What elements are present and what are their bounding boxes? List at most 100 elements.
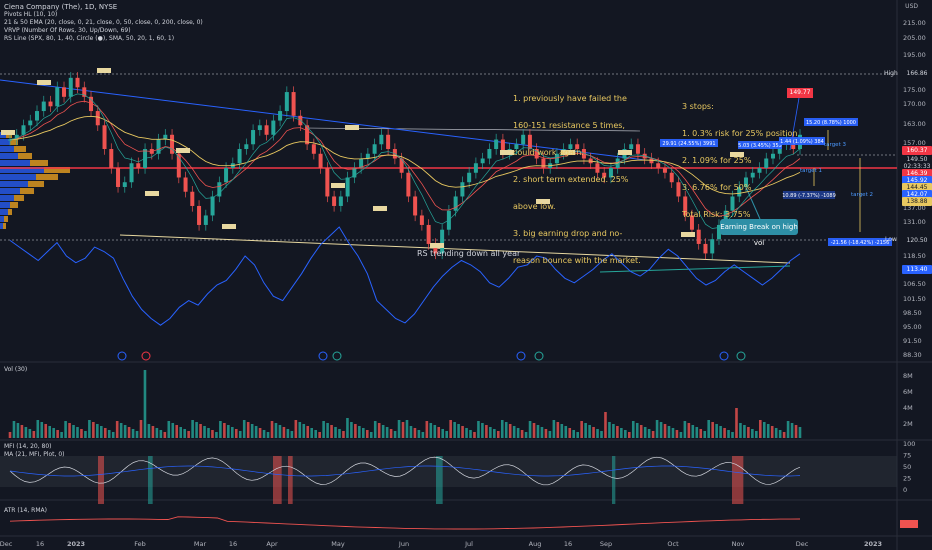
note-line: 2. 1.09% for 25% bbox=[682, 156, 752, 165]
volume-bar bbox=[786, 421, 790, 438]
pivot-label-box bbox=[176, 148, 190, 153]
vol-pane-label[interactable]: Vol (30) bbox=[4, 366, 27, 373]
volume-bar bbox=[473, 432, 476, 438]
stops-note: 3 stops: 1. 0.3% risk for 25% position 2… bbox=[682, 84, 797, 228]
volume-bar bbox=[687, 423, 691, 438]
candle-body bbox=[487, 149, 492, 159]
volume-bar bbox=[107, 430, 111, 438]
volume-bars bbox=[8, 370, 802, 438]
volume-bar bbox=[755, 431, 758, 438]
volume-bar bbox=[437, 427, 441, 438]
volume-bar bbox=[624, 430, 627, 438]
note-line: 160-151 resistance 5 times, bbox=[513, 121, 625, 130]
volume-bar bbox=[393, 431, 397, 438]
volume-bar bbox=[774, 428, 778, 438]
note-line: above low. bbox=[513, 202, 556, 211]
indicator-pivots[interactable]: Pivots HL (10, 10) bbox=[4, 11, 203, 19]
price-tick-label: 205.00 bbox=[903, 34, 926, 42]
trading-chart[interactable]: 215.00205.00195.00185.00175.00170.00163.… bbox=[0, 0, 932, 550]
candle-body bbox=[338, 196, 343, 206]
volume-bar bbox=[500, 420, 504, 438]
candle-body bbox=[190, 191, 195, 206]
chart-title[interactable]: Ciena Company (The), 1D, NYSE bbox=[4, 3, 203, 11]
price-tick-label: 163.00 bbox=[903, 120, 926, 128]
volume-bar bbox=[604, 412, 607, 438]
candle-body bbox=[203, 215, 208, 225]
vrvp-bar-down bbox=[14, 195, 24, 201]
volume-bar bbox=[699, 429, 703, 438]
candle-body bbox=[372, 144, 377, 154]
time-tick-label: Apr bbox=[266, 540, 278, 548]
volume-bar bbox=[580, 421, 583, 438]
volume-bar bbox=[258, 428, 262, 438]
volume-bar bbox=[88, 420, 91, 438]
candle-body bbox=[365, 153, 370, 159]
volume-bar bbox=[80, 429, 83, 438]
volume-bar bbox=[274, 423, 278, 438]
volume-bar bbox=[548, 431, 552, 438]
volume-bar bbox=[298, 422, 302, 438]
volume-bar bbox=[350, 422, 353, 438]
volume-bar bbox=[465, 428, 468, 438]
vrvp-bar-up bbox=[0, 146, 14, 152]
time-tick-label: Oct bbox=[667, 540, 679, 548]
indicator-ema[interactable]: 21 & 50 EMA (20, close, 0, 21, close, 0,… bbox=[4, 19, 203, 27]
volume-bar bbox=[167, 421, 171, 438]
candle-body bbox=[460, 182, 465, 197]
candle-body bbox=[224, 168, 229, 183]
volume-bar bbox=[24, 427, 28, 438]
ma-pane-label[interactable]: MA (21, MFI, Plot, 0) bbox=[4, 451, 64, 458]
volume-bar bbox=[516, 428, 520, 438]
volume-bar bbox=[616, 426, 619, 438]
time-tick-label: 16 bbox=[229, 540, 237, 548]
volume-bar bbox=[389, 429, 393, 438]
atr-pane-label[interactable]: ATR (14, RMA) bbox=[4, 507, 47, 514]
candle-body bbox=[95, 111, 100, 126]
volume-bar bbox=[147, 424, 151, 438]
pivot-label-box bbox=[97, 68, 111, 73]
candle-body bbox=[473, 163, 478, 173]
mfi-pane-label[interactable]: MFI (14, 20, 80) bbox=[4, 443, 52, 450]
pivot-label-box bbox=[430, 243, 444, 248]
volume-bar bbox=[203, 426, 206, 438]
volume-bar bbox=[445, 431, 448, 438]
volume-bar bbox=[421, 432, 425, 438]
volume-bar bbox=[346, 418, 349, 438]
indicator-vrvp[interactable]: VRVP (Number Of Rows, 30, Up/Down, 69) bbox=[4, 27, 203, 35]
volume-bar bbox=[115, 421, 119, 438]
candle-body bbox=[345, 177, 350, 197]
volume-bar bbox=[92, 422, 95, 438]
volume-bar bbox=[215, 432, 218, 438]
pivot-label-box bbox=[681, 232, 695, 237]
vrvp-bar-down bbox=[10, 202, 18, 208]
candle-body bbox=[710, 239, 715, 254]
note-line: Total Risk: 3.75% bbox=[682, 210, 751, 219]
volume-bar bbox=[739, 423, 742, 438]
candle-body bbox=[62, 87, 67, 97]
volume-bar bbox=[504, 422, 508, 438]
price-tick-label: 88.30 bbox=[903, 351, 922, 359]
candle-body bbox=[122, 182, 127, 187]
note-line: 3. big earning drop and no- bbox=[513, 229, 623, 238]
time-tick-label: 16 bbox=[36, 540, 44, 548]
vrvp-bar-up bbox=[0, 216, 4, 222]
pivot-label-box bbox=[345, 125, 359, 130]
volume-bar bbox=[481, 423, 484, 438]
indicator-rs-line[interactable]: RS Line (SPX, 80, 1, 40, Circle (●), SMA… bbox=[4, 35, 203, 43]
candle-body bbox=[116, 168, 121, 187]
volume-bar bbox=[441, 429, 445, 438]
volume-bar bbox=[679, 432, 683, 438]
mfi-signal-zone bbox=[273, 456, 282, 504]
volume-bar bbox=[540, 427, 544, 438]
volume-bar bbox=[643, 427, 647, 438]
price-tick-label: 195.00 bbox=[903, 51, 926, 59]
volume-bar bbox=[238, 431, 242, 438]
mfi-signal-zone bbox=[612, 456, 616, 504]
vrvp-bar-down bbox=[8, 209, 12, 215]
time-tick-label: Mar bbox=[194, 540, 207, 548]
mfi-band bbox=[0, 456, 897, 487]
volume-bar bbox=[175, 425, 179, 438]
volume-bar bbox=[302, 424, 306, 438]
note-line: reason bounce with the market. bbox=[513, 256, 641, 265]
volume-bar bbox=[12, 421, 16, 438]
